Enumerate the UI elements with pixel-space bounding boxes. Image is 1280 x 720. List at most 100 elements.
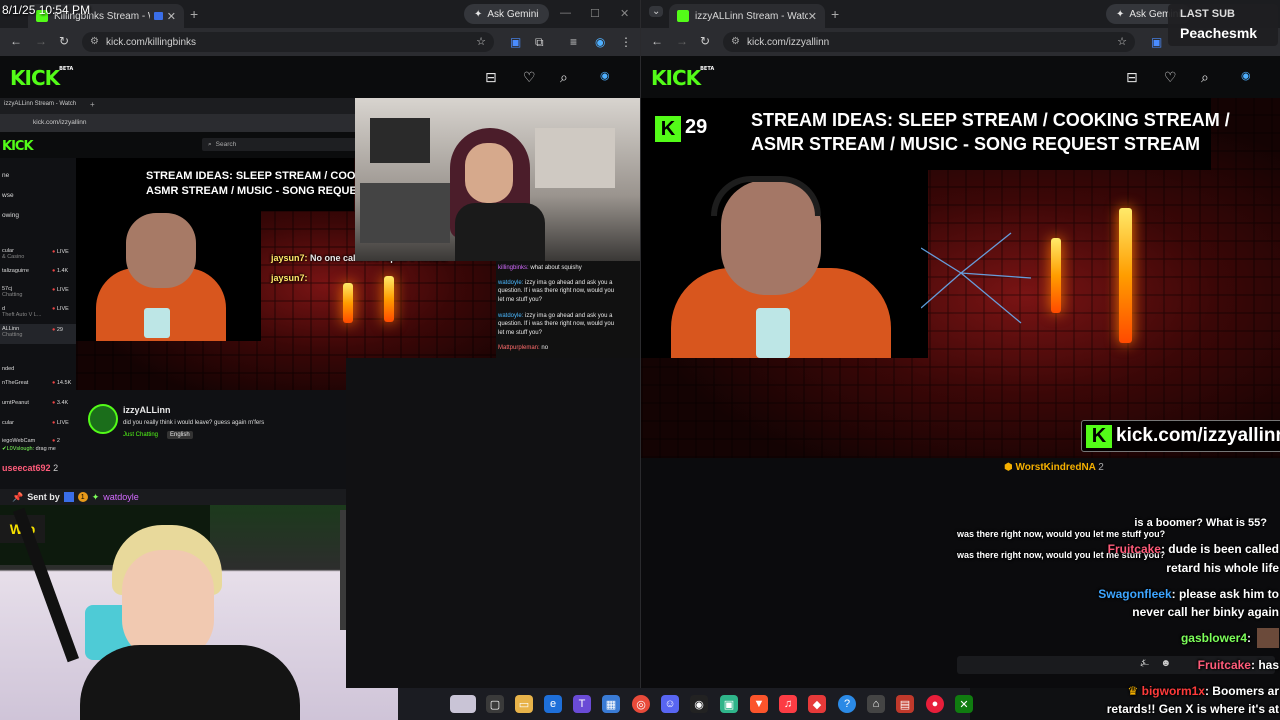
edge-icon[interactable]: e [544, 695, 562, 713]
nested-rec-status: ● 14.5K [52, 380, 72, 386]
avatar[interactable]: ◉ [600, 69, 610, 82]
discord-icon[interactable]: ☺ [661, 695, 679, 713]
following-heart-icon[interactable]: ♡ [1164, 69, 1177, 86]
clips-icon[interactable]: ⊟ [485, 69, 497, 86]
nested-new-tab-icon: + [90, 100, 95, 109]
nested-recommended-label: nded [2, 366, 15, 372]
emote-image [1257, 628, 1279, 648]
emote-icon[interactable]: ⍼ [1140, 658, 1149, 669]
music-icon[interactable]: ♫ [779, 695, 797, 713]
right-stream-title-1: STREAM IDEAS: SLEEP STREAM / COOKING STR… [751, 110, 1230, 130]
right-viewer-count: 29 [685, 116, 708, 138]
left-ask-gemini-button[interactable]: ✦ Ask Gemini [464, 4, 549, 24]
right-kick-header: KICKBETA ⊟ ♡ ⌕ ◉ [641, 56, 1280, 98]
sparkle-icon: ✦ [91, 491, 100, 502]
overlay-chat-line: Fruitcake: dude is been called [1107, 542, 1279, 556]
brave-icon[interactable]: ▼ [750, 695, 768, 713]
kick-url-banner-text: kick.com/izzyallinn [1116, 425, 1280, 446]
kick-favicon-icon [677, 10, 689, 22]
reload-icon[interactable]: ↻ [59, 34, 69, 48]
last-sub-name: Peachesmk [1180, 25, 1258, 41]
nested-rec-row: cular [2, 420, 14, 426]
nested-bottom-fragment: useecat692 2 [2, 463, 59, 473]
back-icon[interactable]: ← [651, 34, 663, 48]
help-icon[interactable]: ? [838, 695, 856, 713]
wall-frame [370, 118, 430, 163]
avatar[interactable]: ◉ [1241, 69, 1251, 82]
extensions-puzzle-icon[interactable]: ⧉ [535, 35, 544, 50]
nested-jaysun-line: jaysun7: [271, 273, 308, 283]
back-icon[interactable]: ← [10, 34, 22, 48]
nested-channel-status: ● LIVE [52, 287, 69, 293]
forward-icon[interactable]: → [35, 34, 47, 48]
chrome-icon[interactable]: ◎ [632, 695, 650, 713]
woman-webcam [355, 98, 640, 261]
nested-channel-row: 57cj Chatting [2, 286, 23, 298]
clips-icon[interactable]: ⊟ [1126, 69, 1138, 86]
maximize-icon[interactable]: ☐ [590, 7, 600, 20]
right-active-tab[interactable]: izzyALLinn Stream - Watch Live ✕ [669, 4, 825, 28]
woman-top [455, 203, 545, 261]
bookmark-star-icon[interactable]: ☆ [476, 35, 486, 48]
last-sub-widget: LAST SUB Peachesmk [1168, 4, 1278, 46]
tab-search-icon[interactable]: ⌄ [649, 6, 664, 17]
close-tab-icon[interactable]: ✕ [808, 10, 817, 23]
nested-channel-avatar [88, 404, 118, 434]
site-info-icon: ⚙ [731, 36, 740, 47]
obs-icon[interactable]: ◉ [690, 695, 708, 713]
close-tab-icon[interactable]: ✕ [167, 10, 176, 23]
pinned-user: watdoyle [103, 492, 139, 502]
menu-icon[interactable]: ⋮ [620, 35, 632, 49]
overlay-chat-line: Fruitcake: has [1197, 658, 1279, 672]
nested-rec-status: ● LIVE [52, 420, 69, 426]
right-browser-window: ⌄ izzyALLinn Stream - Watch Live ✕ + ✦ A… [640, 0, 1280, 720]
nested-nav-following: owing [2, 212, 19, 219]
nested-nav-browse: wse [2, 192, 14, 199]
reload-icon[interactable]: ↻ [700, 34, 710, 48]
file-explorer-icon[interactable]: ▭ [515, 695, 533, 713]
right-kick-logo[interactable]: KICKBETA [651, 66, 714, 90]
bookmark-star-icon[interactable]: ☆ [1117, 35, 1127, 48]
search-icon[interactable]: ⌕ [560, 69, 568, 86]
following-heart-icon[interactable]: ♡ [523, 69, 536, 86]
overlay-chat-line: gasblower4: [1180, 631, 1251, 645]
nested-tab-bar: izzyALLinn Stream - Watch + [0, 98, 355, 114]
minimize-icon[interactable]: — [560, 7, 571, 19]
new-tab-button[interactable]: + [831, 6, 839, 22]
extension-icon[interactable]: ▣ [510, 35, 521, 49]
app-diamond-icon[interactable]: ◆ [808, 695, 826, 713]
nested-search-icon: ⌕ [208, 140, 212, 148]
nested-channel-row: talizaguirre [2, 268, 29, 274]
right-url-field[interactable]: ⚙ kick.com/izzyallinn ☆ [723, 32, 1135, 52]
nested-channel-status: ● 29 [52, 327, 63, 333]
left-kick-logo[interactable]: KICKBETA [10, 66, 73, 90]
emoji-icon[interactable]: ☻ [1160, 658, 1171, 669]
app-icon[interactable]: ▣ [720, 695, 738, 713]
streamer-shirt [80, 645, 300, 720]
extension-icon[interactable]: ▣ [1151, 35, 1162, 49]
new-tab-button[interactable]: + [190, 6, 198, 22]
window-icon[interactable]: ⌂ [867, 695, 885, 713]
record-icon[interactable]: ● [926, 695, 944, 713]
right-stream-video[interactable]: K 29 STREAM IDEAS: SLEEP STREAM / COOKIN… [641, 98, 1280, 458]
nested-channel-status: ● 1.4K [52, 268, 69, 274]
right-neon-bar [1119, 208, 1132, 343]
app-red-icon[interactable]: ▤ [896, 695, 914, 713]
teams-icon[interactable]: T [573, 695, 591, 713]
search-icon[interactable]: ⌕ [1201, 69, 1209, 86]
overlay-datetime: 8/1/25 10:54 PM [2, 3, 91, 17]
task-view-icon[interactable]: ▢ [486, 695, 504, 713]
forward-icon[interactable]: → [676, 34, 688, 48]
xbox-icon[interactable]: ✕ [955, 695, 973, 713]
nested-neon-bar [384, 276, 394, 322]
right-neon-bar [1051, 238, 1061, 313]
left-url-field[interactable]: ⚙ kick.com/killingbinks ☆ [82, 32, 494, 52]
nested-channel-status: ● LIVE [52, 306, 69, 312]
nested-tab-title: izzyALLinn Stream - Watch [4, 101, 77, 107]
close-window-icon[interactable]: ✕ [620, 7, 629, 20]
nested-search-input: ⌕ Search [202, 138, 358, 151]
widgets-icon[interactable] [450, 695, 476, 713]
profile-icon[interactable]: ◉ [595, 35, 605, 49]
store-icon[interactable]: ▦ [602, 695, 620, 713]
reading-list-icon[interactable]: ≡ [570, 35, 577, 49]
